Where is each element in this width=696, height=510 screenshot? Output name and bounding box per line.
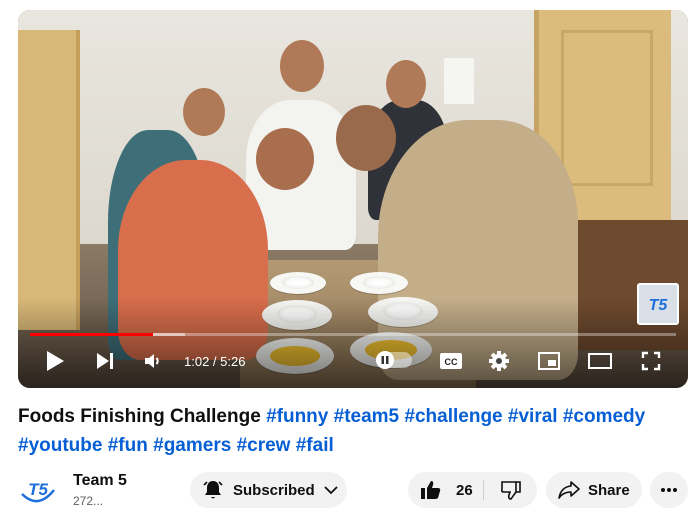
hashtag-link[interactable]: #team5 [334, 406, 400, 427]
settings-button[interactable] [484, 346, 514, 376]
head [183, 88, 225, 136]
captions-button[interactable]: CC [436, 346, 466, 376]
hashtag-link[interactable]: #crew [237, 435, 291, 456]
scene-door-left [18, 30, 80, 330]
progress-bar[interactable] [30, 333, 676, 336]
volume-icon [145, 354, 159, 368]
hashtag-link[interactable]: #challenge [404, 406, 502, 427]
video-title: Foods Finishing Challenge #funny #team5 … [18, 402, 688, 460]
head [280, 40, 324, 92]
channel-name[interactable]: Team 5 [73, 472, 127, 490]
autoplay-pause-icon [381, 356, 389, 364]
channel-avatar[interactable]: T5 [18, 470, 58, 510]
avatar-text: T5 [28, 480, 48, 499]
time-current: 1:02 [184, 354, 210, 369]
hashtag-link[interactable]: #gamers [153, 435, 231, 456]
channel-watermark[interactable]: T5 [637, 283, 679, 325]
subscribed-button[interactable]: Subscribed [190, 472, 347, 508]
svg-text:CC: CC [445, 357, 458, 367]
next-icon [97, 353, 113, 369]
thumbs-down-icon [500, 481, 521, 500]
autoplay-knob [376, 351, 394, 369]
head [386, 60, 426, 108]
play-icon [47, 351, 64, 371]
hashtag-link[interactable]: #fun [108, 435, 148, 456]
fullscreen-icon [641, 351, 661, 371]
channel-row: T5 Team 5 272... Subscribed 26 Share [18, 468, 688, 510]
channel-logo: T5 [21, 480, 55, 503]
share-icon [558, 481, 580, 499]
watermark-logo: T5 [649, 297, 669, 314]
share-label: Share [588, 481, 630, 499]
hashtag-link[interactable]: #viral [508, 406, 558, 427]
thumbs-up-icon [421, 481, 441, 499]
dislike-button[interactable] [484, 472, 537, 508]
watermark-text: T5 [649, 297, 669, 314]
subscribed-label: Subscribed [233, 481, 315, 499]
more-actions-button[interactable] [650, 472, 688, 508]
theater-button[interactable] [584, 346, 616, 376]
head [336, 105, 396, 171]
settings-icon [489, 351, 509, 371]
hashtag-link[interactable]: #comedy [563, 406, 645, 427]
next-button[interactable] [90, 346, 120, 376]
time-display: 1:02 / 5:26 [184, 354, 245, 369]
bell-icon [203, 481, 223, 499]
plate [350, 272, 408, 294]
time-total: 5:26 [220, 354, 246, 369]
like-count: 26 [456, 481, 473, 499]
captions-icon: CC [440, 353, 462, 369]
subscriber-count: 272... [73, 494, 104, 508]
autoplay-toggle[interactable] [376, 351, 412, 369]
progress-played [30, 333, 153, 336]
like-button[interactable]: 26 [408, 472, 483, 508]
play-button[interactable] [40, 346, 70, 376]
plate [270, 272, 326, 294]
time-separator: / [209, 354, 221, 369]
hashtag-link[interactable]: #funny [266, 406, 328, 427]
head [256, 128, 314, 190]
chevron-down-icon [324, 486, 338, 495]
title-text: Foods Finishing Challenge [18, 406, 267, 427]
hashtag-link[interactable]: #youtube [18, 435, 102, 456]
volume-button[interactable] [138, 346, 168, 376]
theater-icon [588, 353, 612, 369]
share-button[interactable]: Share [546, 472, 642, 508]
fullscreen-button[interactable] [636, 346, 666, 376]
scene-paper [444, 58, 474, 104]
miniplayer-button[interactable] [534, 346, 564, 376]
hashtag-link[interactable]: #fail [296, 435, 334, 456]
more-icon [661, 488, 677, 492]
miniplayer-icon [538, 352, 560, 370]
like-dislike-group: 26 [408, 472, 537, 508]
video-player[interactable]: T5 1:02 / 5:26 CC [18, 10, 688, 388]
